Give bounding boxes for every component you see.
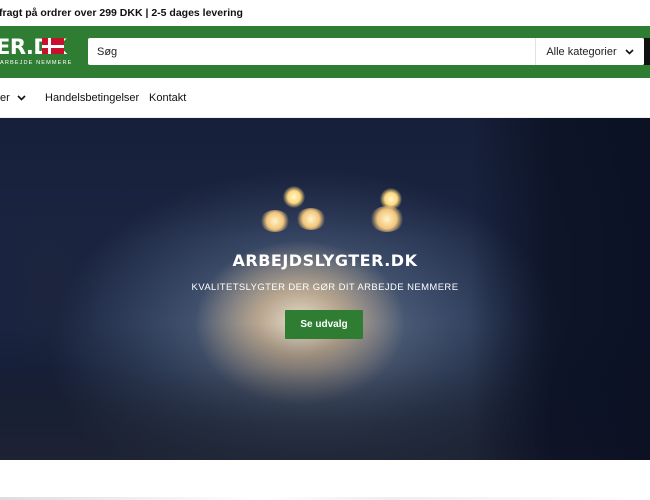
chevron-down-icon	[625, 48, 634, 55]
chevron-down-icon	[17, 95, 26, 101]
search-input[interactable]	[88, 38, 535, 65]
main-nav: er Handelsbetingelser Kontakt	[0, 78, 650, 118]
search-button[interactable]	[644, 38, 650, 65]
danish-flag-icon	[42, 38, 64, 54]
category-label: Alle kategorier	[546, 45, 617, 58]
announcement-text: fragt på ordrer over 299 DKK | 2-5 dages…	[0, 7, 243, 19]
nav-item-products[interactable]: er	[0, 78, 26, 118]
hero-content: ARBEJDSLYGTER.DK KVALITETSLYGTER DER GØR…	[0, 118, 650, 460]
search-bar: Alle kategorier	[88, 38, 644, 65]
announcement-bar: fragt på ordrer over 299 DKK | 2-5 dages…	[0, 0, 650, 26]
header-bar: ER.DK ARBEJDE NEMMERE Alle kategorier	[0, 26, 650, 78]
logo[interactable]: ER.DK ARBEJDE NEMMERE	[0, 34, 80, 70]
hero-subtitle: KVALITETSLYGTER DER GØR DIT ARBEJDE NEMM…	[191, 282, 459, 293]
hero-title: ARBEJDSLYGTER.DK	[232, 251, 418, 270]
nav-item-label: er	[0, 92, 10, 104]
nav-item-label: Kontakt	[149, 92, 187, 104]
nav-item-terms[interactable]: Handelsbetingelser	[45, 78, 139, 118]
hero-banner: ARBEJDSLYGTER.DK KVALITETSLYGTER DER GØR…	[0, 118, 650, 460]
category-select[interactable]: Alle kategorier	[536, 38, 644, 65]
nav-item-contact[interactable]: Kontakt	[149, 78, 186, 118]
shop-now-button[interactable]: Se udvalg	[285, 310, 363, 339]
nav-item-label: Handelsbetingelser	[45, 92, 140, 104]
logo-subtitle: ARBEJDE NEMMERE	[0, 60, 73, 66]
page-content-area	[0, 460, 650, 500]
